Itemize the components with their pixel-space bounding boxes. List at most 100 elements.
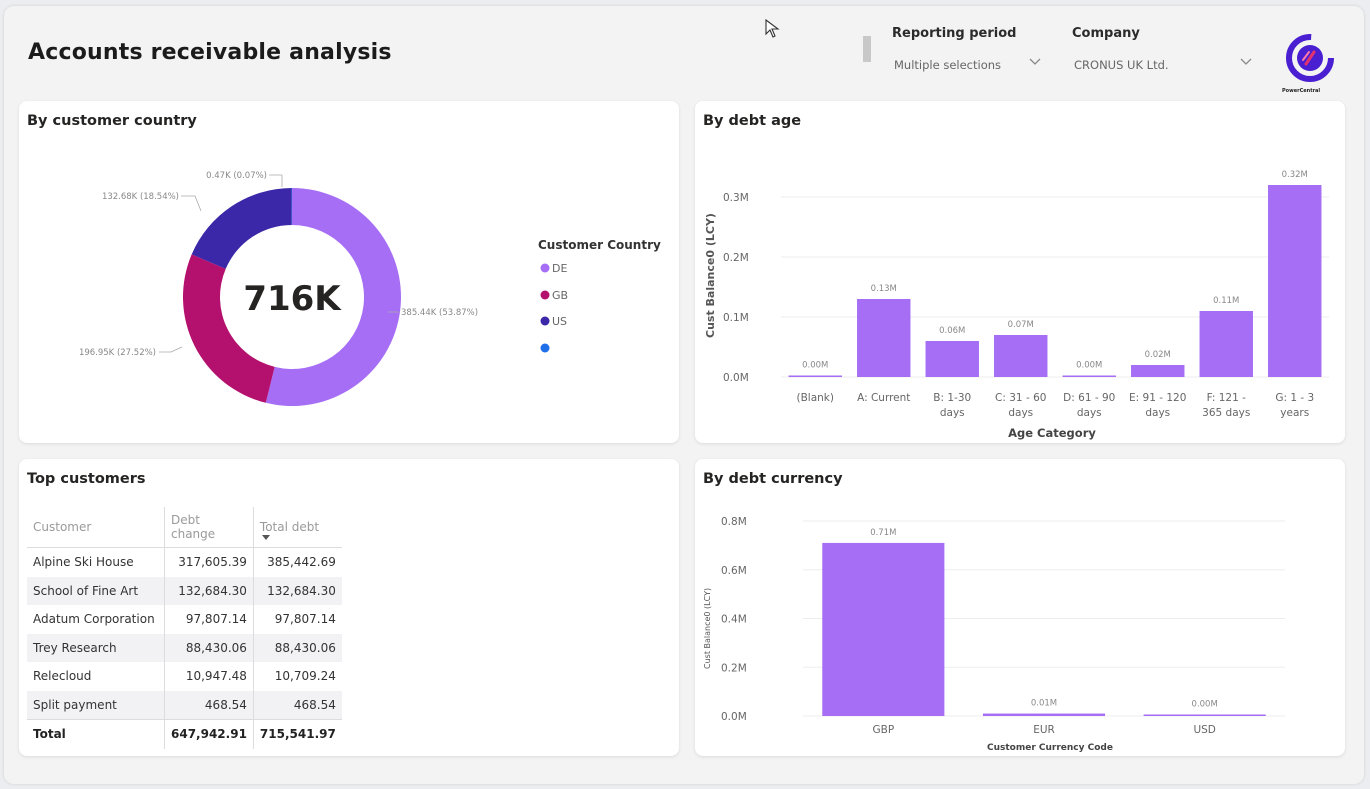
debt-change-cell: 10,947.48	[164, 662, 254, 691]
age-y-axis-title: Cust Balance0 (LCY)	[704, 213, 717, 338]
top-customers-title: Top customers	[27, 471, 146, 487]
data-label: 0.02M	[1145, 350, 1171, 360]
table-row[interactable]: School of Fine Art 132,684.30 132,684.30	[27, 576, 342, 605]
x-tick-label: A: Current	[857, 392, 910, 404]
legend-marker	[540, 316, 550, 326]
total-debt-cell: 385,442.69	[267, 555, 336, 570]
bar[interactable]	[994, 335, 1048, 377]
bar[interactable]	[1268, 185, 1322, 377]
bar[interactable]	[1199, 311, 1253, 377]
bar[interactable]	[857, 299, 911, 377]
table-row[interactable]: Split payment 468.54 468.54	[27, 690, 342, 720]
x-tick-label: 365 days	[1202, 407, 1250, 419]
x-tick-label: B: 1-30	[933, 392, 971, 404]
legend-label: US	[552, 315, 567, 328]
y-tick-label: 0.0M	[721, 711, 747, 723]
slice-label-de: 385.44K (53.87%)	[401, 308, 478, 318]
total-total-debt: 715,541.97	[253, 719, 342, 749]
data-label: 0.00M	[1076, 361, 1102, 371]
currency-x-axis-title: Customer Currency Code	[987, 743, 1113, 753]
bar[interactable]	[822, 542, 945, 716]
legend-label: GB	[552, 289, 568, 302]
data-label: 0.13M	[871, 284, 897, 294]
column-header-total-debt[interactable]: Total debt	[253, 507, 342, 548]
debt-change-cell: 317,605.39	[164, 547, 254, 577]
country-donut-chart: 716K 385.44K (53.87%) 196.95K (27.52%) 1…	[79, 171, 661, 407]
leader-line-other	[269, 174, 283, 187]
bar[interactable]	[1062, 375, 1116, 378]
reporting-period-value[interactable]: Multiple selections	[894, 58, 1001, 72]
y-tick-label: 0.3M	[723, 192, 749, 204]
currency-y-axis-title: Cust Balance0 (LCY)	[703, 588, 712, 669]
customer-cell: Alpine Ski House	[27, 547, 165, 577]
donut-center-value: 716K	[243, 279, 342, 319]
bar[interactable]	[1143, 714, 1266, 717]
top-customers-card: Top customers Customer Debt change Total…	[19, 459, 679, 756]
customer-cell: Relecloud	[27, 662, 165, 691]
legend-title: Customer Country	[538, 238, 661, 252]
table-row[interactable]: Relecloud 10,947.48 10,709.24	[27, 662, 342, 691]
company-slicer[interactable]: Company CRONUS UK Ltd.	[1072, 26, 1252, 72]
logo-text: PowerCentral	[1282, 88, 1321, 94]
age-x-axis-title: Age Category	[1008, 426, 1096, 440]
customer-cell: School of Fine Art	[27, 576, 165, 605]
slice-label-other: 0.47K (0.07%)	[206, 171, 267, 181]
legend-label: DE	[552, 262, 567, 275]
data-label: 0.11M	[1213, 296, 1239, 306]
table-total-row: Total 647,942.91 715,541.97	[27, 719, 342, 749]
bar[interactable]	[982, 713, 1106, 716]
table-header-row: Customer Debt change Total debt	[27, 507, 342, 548]
customer-country-card: By customer country 716K 385.44K (53.87%…	[19, 101, 679, 443]
x-tick-label: GBP	[872, 724, 894, 736]
x-tick-label: days	[1145, 407, 1170, 419]
y-tick-label: 0.1M	[723, 312, 749, 324]
slicer-divider	[863, 36, 871, 62]
leader-line-gb	[159, 346, 183, 353]
customer-cell: Split payment	[27, 690, 165, 720]
total-debt-cell: 10,709.24	[274, 669, 336, 684]
y-tick-label: 0.8M	[721, 516, 747, 528]
bar[interactable]	[925, 341, 979, 377]
top-customers-table: Customer Debt change Total debt Alpine S…	[27, 507, 342, 749]
reporting-period-label: Reporting period	[892, 26, 1017, 41]
y-tick-label: 0.2M	[721, 662, 747, 674]
legend-marker	[540, 290, 550, 300]
bar[interactable]	[1131, 365, 1185, 377]
legend-item-gb[interactable]: GB	[540, 289, 569, 302]
data-label: 0.00M	[1192, 700, 1218, 710]
legend-item-blank[interactable]	[540, 343, 550, 353]
debt-change-cell: 88,430.06	[164, 633, 254, 662]
legend-item-us[interactable]: US	[540, 315, 568, 328]
debt-currency-bar-chart: 0.0M 0.2M 0.4M 0.6M 0.8M 0.71M GBP 0.01M EUR 0.0…	[703, 516, 1285, 753]
y-tick-label: 0.4M	[721, 614, 747, 626]
reporting-period-slicer[interactable]: Reporting period Multiple selections	[892, 26, 1041, 72]
customer-cell: Trey Research	[27, 633, 165, 662]
y-tick-label: 0.0M	[723, 372, 749, 384]
data-label: 0.06M	[939, 326, 965, 336]
total-debt-cell: 132,684.30	[253, 576, 342, 605]
x-tick-label: G: 1 - 3	[1275, 392, 1314, 404]
chevron-down-icon[interactable]	[1029, 58, 1041, 66]
total-debt-change: 647,942.91	[164, 719, 254, 749]
legend-item-de[interactable]: DE	[540, 262, 568, 275]
legend-marker	[540, 263, 550, 273]
sort-descending-icon[interactable]	[262, 535, 270, 541]
bar[interactable]	[788, 375, 842, 378]
donut-slice-gb[interactable]	[182, 254, 275, 403]
column-header-debt-change[interactable]: Debt change	[164, 507, 254, 548]
x-tick-label: (Blank)	[797, 392, 834, 404]
data-label: 0.01M	[1031, 699, 1057, 709]
total-label: Total	[27, 719, 165, 749]
table-row[interactable]: Trey Research 88,430.06 88,430.06	[27, 633, 342, 662]
x-tick-label: C: 31 - 60	[995, 392, 1046, 404]
column-header-customer[interactable]: Customer	[27, 507, 165, 548]
company-value[interactable]: CRONUS UK Ltd.	[1074, 58, 1169, 72]
x-tick-label: F: 121 -	[1207, 392, 1246, 404]
table-row[interactable]: Alpine Ski House 317,605.39 385,442.69	[27, 547, 342, 577]
total-debt-cell: 97,807.14	[274, 612, 336, 627]
table-row[interactable]: Adatum Corporation 97,807.14 97,807.14	[27, 605, 342, 634]
chevron-down-icon[interactable]	[1240, 58, 1252, 66]
debt-currency-card: By debt currency 0.0M 0.2M 0.4M 0.6M 0.8M 0.…	[695, 459, 1345, 756]
data-label: 0.00M	[802, 361, 828, 371]
donut-slice-us[interactable]	[191, 188, 292, 269]
